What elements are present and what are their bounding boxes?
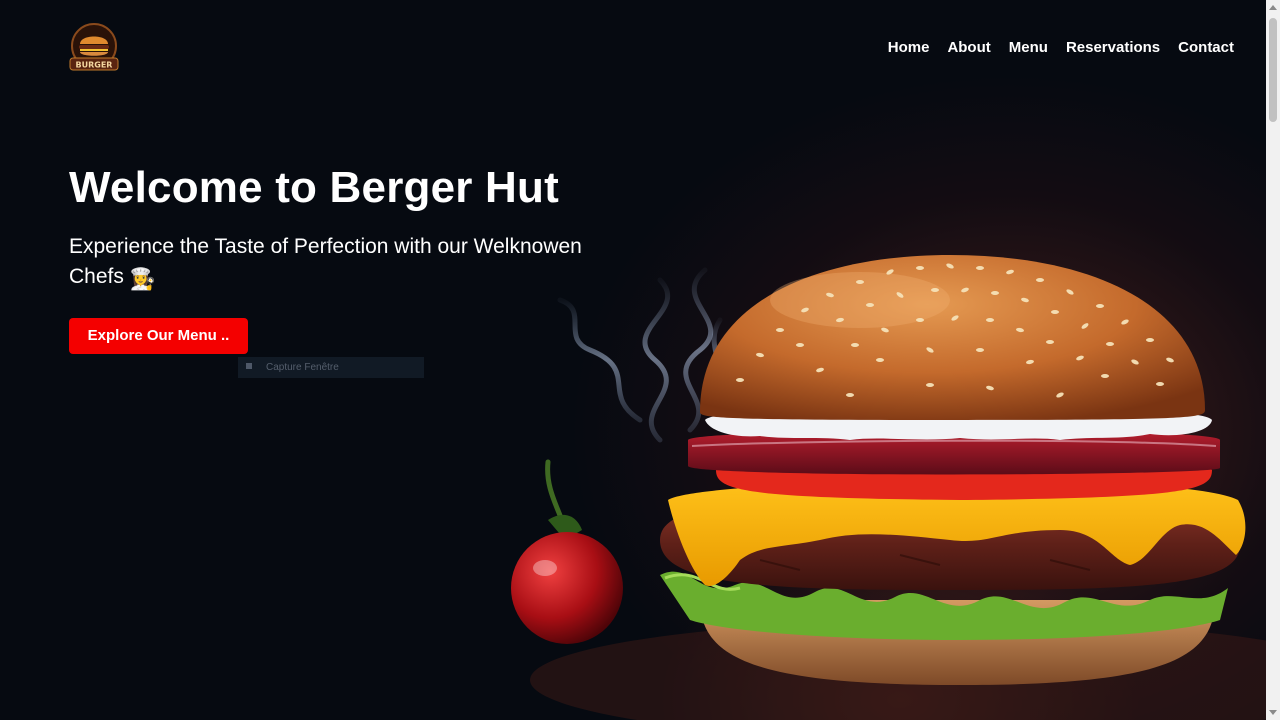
capture-tooltip-label: Capture Fenêtre	[266, 362, 339, 373]
chef-emoji-icon: 👩‍🍳	[129, 268, 157, 291]
nav-contact-link[interactable]: Contact	[1178, 39, 1234, 57]
landing-page: BURGER Home About Menu Reservations Cont…	[0, 0, 1280, 720]
hero-subtitle: Experience the Taste of Perfection with …	[69, 232, 639, 295]
scroll-down-arrow-icon[interactable]	[1269, 710, 1277, 715]
nav-about-link[interactable]: About	[947, 39, 990, 57]
scrollbar-thumb[interactable]	[1269, 18, 1277, 122]
vertical-scrollbar[interactable]	[1266, 0, 1280, 720]
nav-reservations-link[interactable]: Reservations	[1066, 39, 1160, 57]
hero-burger-image	[511, 255, 1266, 720]
capture-tooltip: Capture Fenêtre	[238, 357, 424, 378]
main-nav: Home About Menu Reservations Contact	[888, 39, 1234, 57]
scroll-up-arrow-icon[interactable]	[1269, 5, 1277, 10]
svg-text:BURGER: BURGER	[76, 61, 113, 70]
explore-menu-button[interactable]: Explore Our Menu ..	[69, 318, 248, 354]
nav-menu-link[interactable]: Menu	[1009, 39, 1048, 57]
burger-logo-icon[interactable]: BURGER	[66, 20, 122, 76]
hero-title: Welcome to Berger Hut	[69, 163, 559, 212]
nav-home-link[interactable]: Home	[888, 39, 930, 57]
capture-icon	[246, 363, 252, 369]
